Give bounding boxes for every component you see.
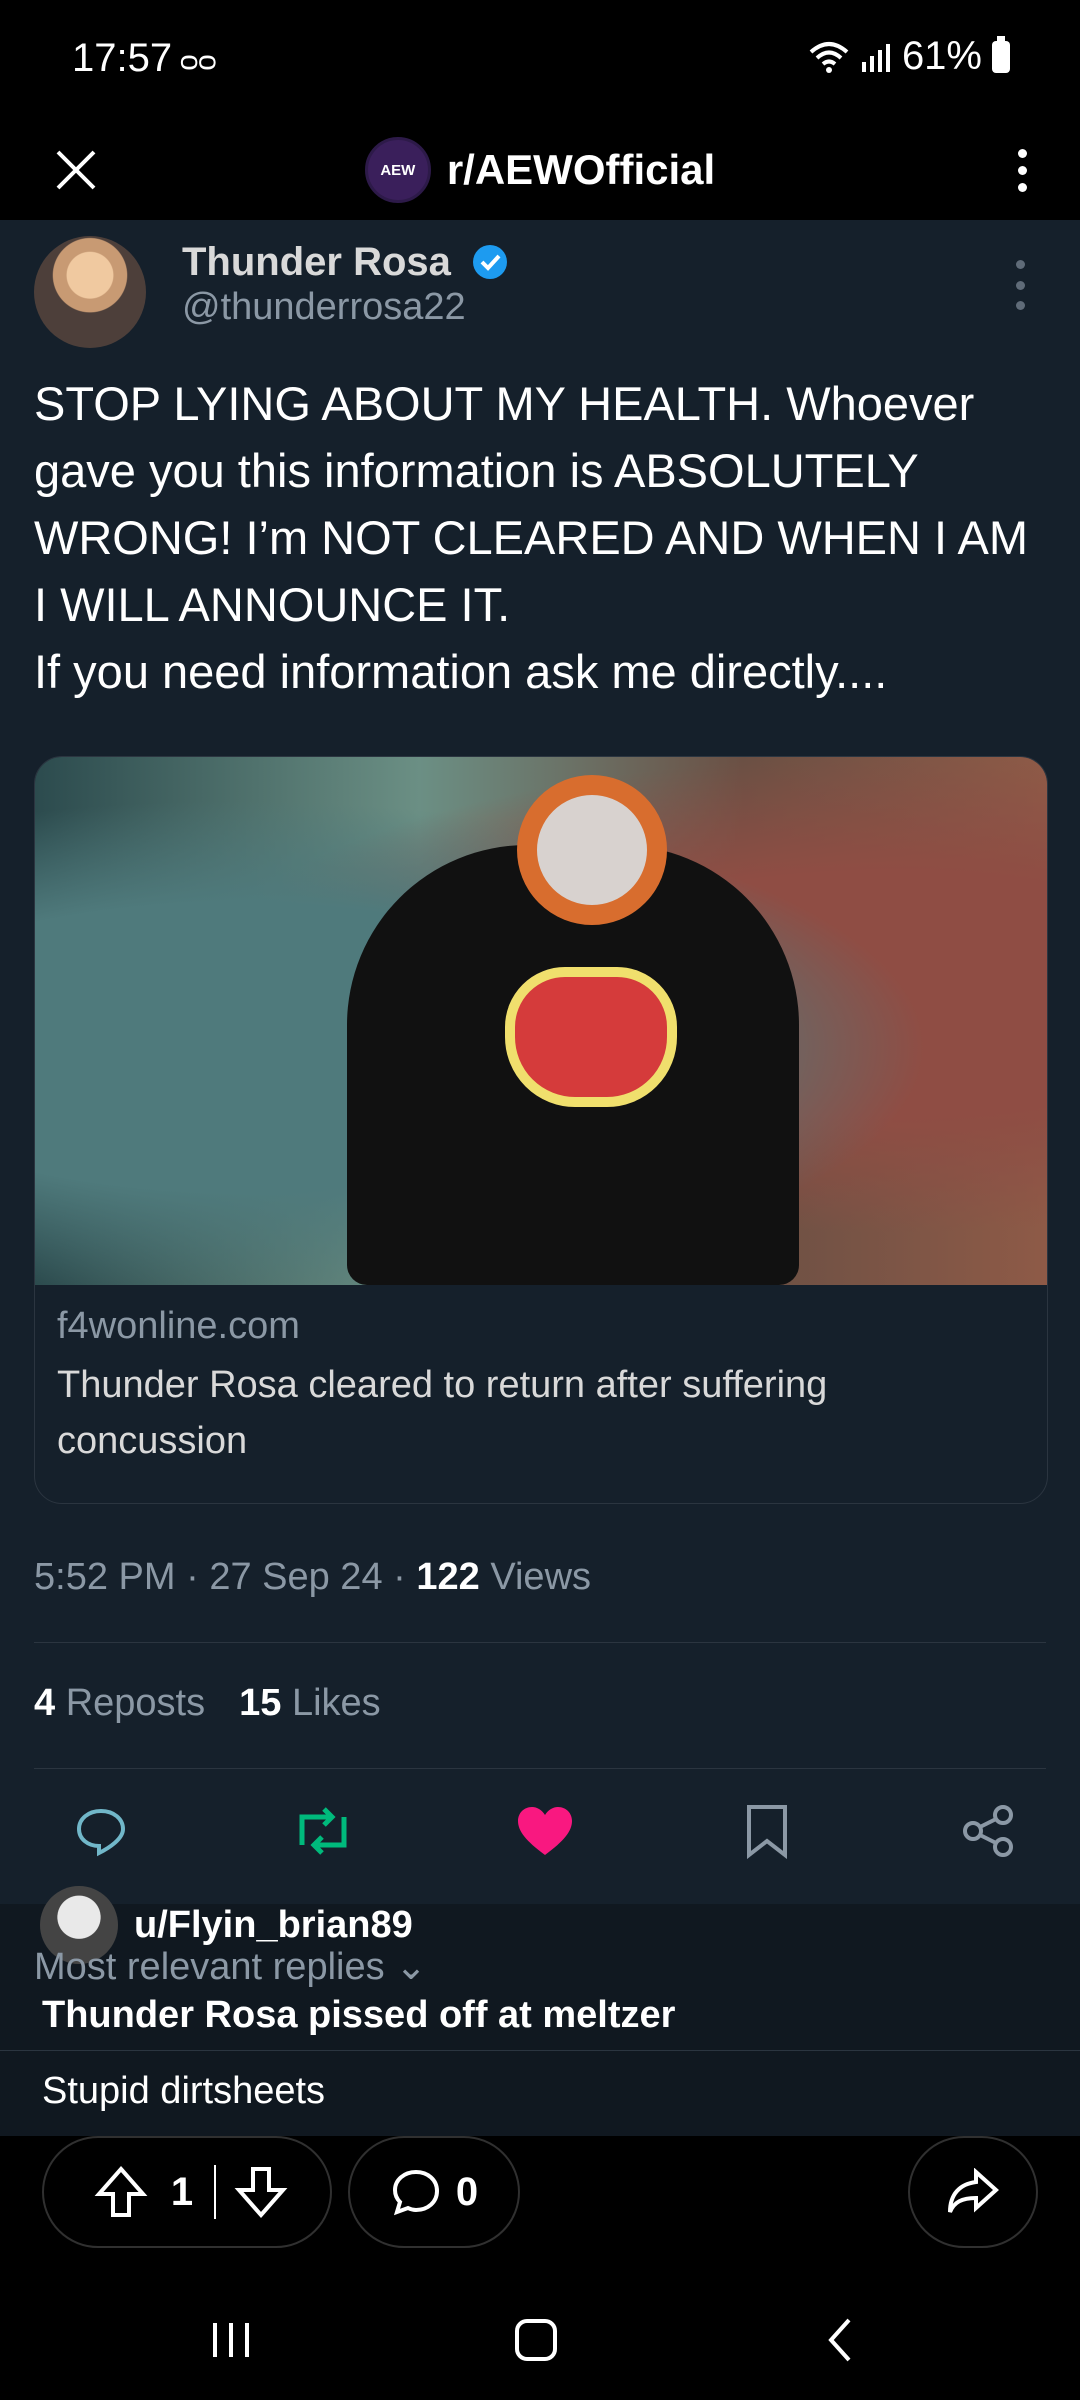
top-bar: AEW r/AEWOfficial bbox=[0, 120, 1080, 220]
wifi-icon bbox=[809, 41, 849, 73]
link-card: f4wonline.com Thunder Rosa cleared to re… bbox=[34, 756, 1048, 1504]
battery-icon bbox=[992, 35, 1010, 73]
divider bbox=[34, 1768, 1046, 1769]
tweet-more-icon bbox=[1016, 260, 1028, 310]
poster-username[interactable]: u/Flyin_brian89 bbox=[134, 1904, 413, 1947]
share-button[interactable] bbox=[908, 2136, 1038, 2248]
comment-count: 0 bbox=[455, 2169, 479, 2214]
recent-apps-button[interactable] bbox=[182, 2312, 282, 2368]
dot-icon bbox=[1017, 182, 1027, 192]
comment-icon bbox=[392, 2169, 439, 2216]
subreddit-logo: AEW bbox=[364, 137, 431, 203]
post-body[interactable]: Stupid dirtsheets bbox=[42, 2070, 325, 2113]
bottom-actions: 1 0 bbox=[0, 2136, 1080, 2280]
like-icon bbox=[514, 1800, 576, 1862]
tweet-meta: 5:52 PM · 27 Sep 24 · 122 Views bbox=[34, 1556, 592, 1598]
author-handle: @thunderrosa22 bbox=[182, 286, 466, 328]
author-avatar bbox=[34, 236, 146, 348]
vote-count: 1 bbox=[170, 2169, 194, 2214]
downvote-icon bbox=[234, 2167, 288, 2219]
system-nav-bar bbox=[0, 2280, 1080, 2400]
sacred-heart-emblem bbox=[505, 967, 677, 1107]
reply-icon bbox=[70, 1800, 132, 1862]
tweet-text: STOP LYING ABOUT MY HEALTH. Whoever gave… bbox=[34, 377, 1029, 698]
card-title: Thunder Rosa cleared to return after suf… bbox=[57, 1364, 828, 1462]
battery-percent: 61% bbox=[901, 34, 982, 78]
vote-separator bbox=[214, 2165, 216, 2219]
tweet-time: 5:52 PM bbox=[34, 1556, 176, 1598]
replies-filter-label: Most relevant replies bbox=[34, 1946, 385, 1988]
upvote-button[interactable] bbox=[84, 2152, 158, 2232]
wrestler-headdress bbox=[517, 775, 667, 925]
likes-label: Likes bbox=[291, 1682, 381, 1724]
chevron-down-icon: ⌄ bbox=[395, 1946, 427, 1988]
vote-control: 1 bbox=[42, 2136, 332, 2248]
subreddit-header[interactable]: AEW r/AEWOfficial bbox=[0, 128, 1080, 212]
tweet-image[interactable]: Thunder Rosa @thunderrosa22 STOP LYING A… bbox=[0, 220, 1080, 1904]
post-overlay[interactable]: u/Flyin_brian89 Most relevant replies ⌄ … bbox=[0, 1886, 1080, 2136]
reposts-count: 4 bbox=[34, 1682, 56, 1724]
voicemail-icon: ᴑᴑ bbox=[180, 44, 217, 77]
comments-button[interactable]: 0 bbox=[348, 2136, 520, 2248]
card-image bbox=[35, 757, 1047, 1285]
author-name: Thunder Rosa bbox=[182, 240, 451, 284]
home-button[interactable] bbox=[486, 2312, 586, 2368]
card-domain: f4wonline.com bbox=[57, 1305, 300, 1347]
views-count: 122 bbox=[416, 1556, 480, 1598]
recent-apps-icon bbox=[213, 2323, 249, 2357]
verified-badge-icon bbox=[473, 245, 507, 279]
back-icon bbox=[828, 2318, 851, 2362]
dot-icon bbox=[1017, 165, 1027, 175]
tweet-stats: 4 Reposts 15 Likes bbox=[34, 1682, 381, 1725]
status-bar: 17:57 ᴑᴑ 61% bbox=[0, 0, 1080, 120]
upvote-icon bbox=[94, 2165, 148, 2217]
share-arrow-icon bbox=[948, 2168, 999, 2213]
bookmark-icon bbox=[736, 1800, 798, 1862]
divider bbox=[0, 2050, 1080, 2051]
signal-icon bbox=[861, 43, 890, 72]
tweet-date: 27 Sep 24 bbox=[209, 1556, 383, 1598]
status-time: 17:57 bbox=[72, 36, 173, 80]
dot-icon bbox=[1017, 148, 1027, 158]
post-title[interactable]: Thunder Rosa pissed off at meltzer bbox=[42, 1994, 675, 2037]
home-icon bbox=[515, 2319, 557, 2361]
views-label: Views bbox=[490, 1556, 592, 1598]
replies-filter: Most relevant replies ⌄ bbox=[34, 1944, 427, 1989]
tweet-actions bbox=[70, 1800, 1020, 1862]
reposts-label: Reposts bbox=[65, 1682, 206, 1724]
downvote-button[interactable] bbox=[224, 2152, 298, 2232]
status-right-cluster: 61% bbox=[808, 34, 1010, 79]
divider bbox=[34, 1642, 1046, 1643]
back-button[interactable] bbox=[790, 2312, 890, 2368]
more-options-button[interactable] bbox=[990, 138, 1054, 202]
subreddit-name: r/AEWOfficial bbox=[446, 146, 716, 193]
share-network-icon bbox=[958, 1800, 1020, 1862]
likes-count: 15 bbox=[239, 1682, 282, 1724]
repost-icon bbox=[292, 1800, 354, 1862]
